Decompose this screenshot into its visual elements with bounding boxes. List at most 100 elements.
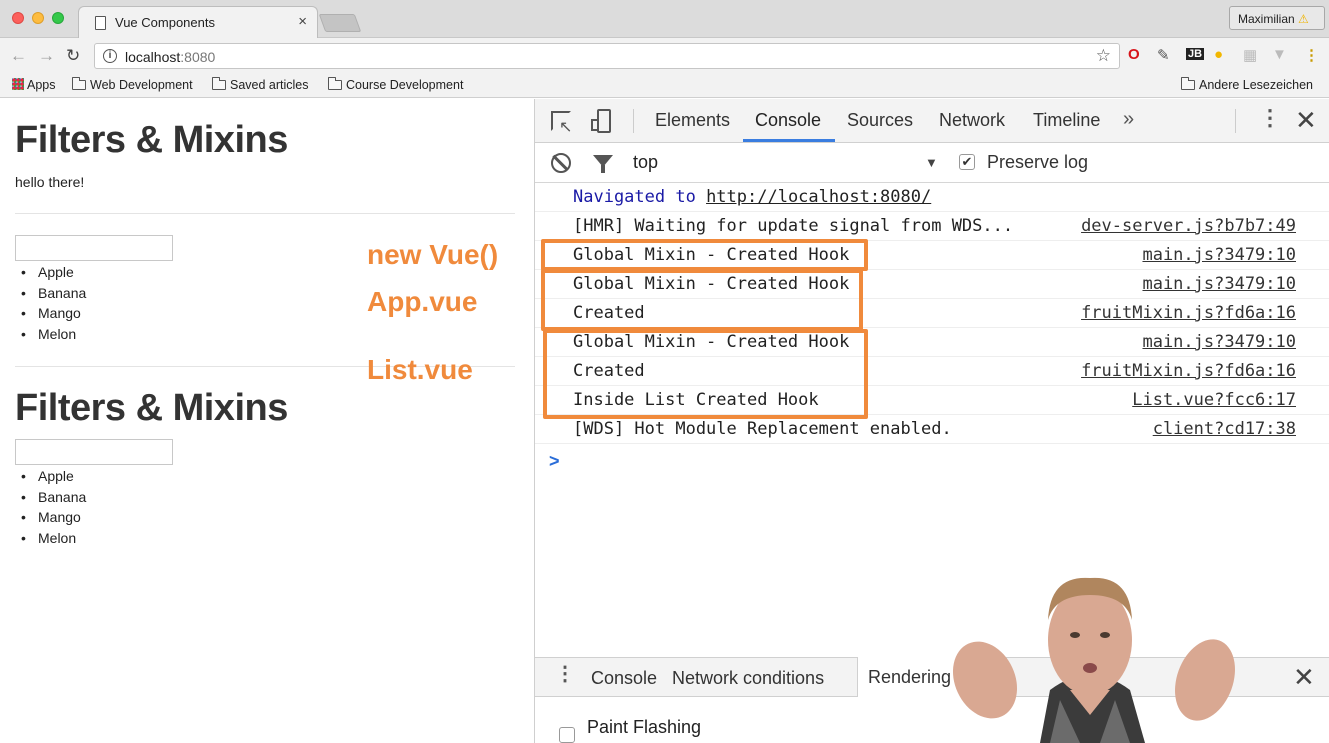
tab-timeline[interactable]: Timeline <box>1033 110 1100 131</box>
address-bar[interactable]: i localhost:8080 ☆ <box>94 43 1120 69</box>
bookmark-apps[interactable]: Apps <box>12 78 56 92</box>
devtools-menu-icon[interactable]: ⋮ <box>1259 107 1281 129</box>
paint-flashing-label: Paint Flashing <box>587 717 702 737</box>
highlight-list-vue <box>543 329 868 419</box>
folder-icon <box>1181 77 1195 90</box>
document-icon <box>95 16 106 30</box>
opera-extension-icon[interactable]: O <box>1128 46 1140 63</box>
console-prompt[interactable]: > <box>549 451 560 472</box>
preserve-log-label: Preserve log <box>987 152 1089 172</box>
clear-console-icon[interactable] <box>551 153 571 173</box>
cursor-arrow-icon: ↖ <box>559 119 573 136</box>
tab-network[interactable]: Network <box>939 110 1005 131</box>
chrome-menu-icon[interactable]: ⋮ <box>1304 46 1319 64</box>
tab-title: Vue Components <box>115 15 215 30</box>
url-text: localhost:8080 <box>125 49 216 65</box>
console-source-link[interactable]: main.js?3479:10 <box>1142 332 1296 352</box>
maximize-window-button[interactable] <box>52 12 64 24</box>
info-icon[interactable]: i <box>103 49 117 63</box>
drawer-close-button[interactable]: ✕ <box>1293 664 1315 690</box>
console-message: Navigated to <box>573 187 707 207</box>
separator <box>633 109 634 133</box>
moon-extension-icon[interactable]: ● <box>1214 46 1223 63</box>
console-source-link[interactable]: main.js?3479:10 <box>1142 274 1296 294</box>
browser-tab[interactable]: Vue Components × <box>78 6 318 38</box>
new-tab-button[interactable] <box>318 14 362 32</box>
grid-extension-icon[interactable]: ▦ <box>1243 46 1257 64</box>
bookmark-saved-articles[interactable]: Saved articles <box>212 77 309 92</box>
console-filterbar: top ▼ ✔ Preserve log <box>535 143 1329 183</box>
vue-extension-icon[interactable]: ▼ <box>1272 46 1287 63</box>
highlight-new-vue <box>541 239 868 271</box>
devtools-close-button[interactable]: ✕ <box>1295 107 1317 133</box>
divider <box>15 213 515 214</box>
context-selector[interactable]: top <box>633 152 658 173</box>
profile-button[interactable]: Maximilian ⚠ <box>1229 6 1325 30</box>
chevron-down-icon[interactable]: ▼ <box>925 155 938 170</box>
console-row: [HMR] Waiting for update signal from WDS… <box>535 212 1329 241</box>
console-source-link[interactable]: dev-server.js?b7b7:49 <box>1081 216 1296 236</box>
browser-toolbar: ← → ↻ i localhost:8080 ☆ O ✎ JB ● ▦ ▼ ⋮ <box>0 38 1329 74</box>
drawer-tab-console[interactable]: Console <box>591 668 657 689</box>
jetbrains-extension-icon[interactable]: JB <box>1186 48 1205 60</box>
drawer-menu-icon[interactable]: ⋮ <box>555 664 575 684</box>
console-source-link[interactable]: main.js?3479:10 <box>1142 245 1296 265</box>
tab-console[interactable]: Console <box>755 110 821 131</box>
bookmark-web-development[interactable]: Web Development <box>72 77 193 92</box>
list-item: Apple <box>21 262 86 283</box>
minimize-window-button[interactable] <box>32 12 44 24</box>
fruit-list: Apple Banana Mango Melon <box>21 262 86 345</box>
folder-icon <box>212 77 226 90</box>
more-tabs-button[interactable]: » <box>1123 108 1134 131</box>
list-item: Apple <box>21 466 86 487</box>
back-arrow-icon[interactable]: ← <box>10 46 27 66</box>
annotation-app-vue: App.vue <box>367 286 478 317</box>
list-item: Banana <box>21 283 86 304</box>
fruit-list: Apple Banana Mango Melon <box>21 466 86 549</box>
annotation-list-vue: List.vue <box>367 354 473 385</box>
console-link[interactable]: http://localhost:8080/ <box>706 187 931 207</box>
forward-arrow-icon[interactable]: → <box>38 46 55 66</box>
list-component-title: Filters & Mixins <box>15 387 288 429</box>
console-message: [HMR] Waiting for update signal from WDS… <box>573 216 1014 236</box>
list-item: Melon <box>21 324 86 345</box>
bookmark-other[interactable]: Andere Lesezeichen <box>1181 77 1313 92</box>
list-filter-input[interactable] <box>15 439 173 465</box>
tab-elements[interactable]: Elements <box>655 110 730 131</box>
devtools-tabbar: ↖ Elements Console Sources Network Timel… <box>535 99 1329 143</box>
tab-sources[interactable]: Sources <box>847 110 913 131</box>
highlight-app-vue <box>541 269 863 331</box>
browser-titlebar: Vue Components × Maximilian ⚠ <box>0 0 1329 38</box>
console-source-link[interactable]: List.vue?fcc6:17 <box>1132 390 1296 410</box>
separator <box>1235 109 1236 133</box>
paint-flashing-checkbox[interactable] <box>559 727 575 743</box>
presenter-video-overlay <box>952 577 1235 743</box>
preserve-log-checkbox[interactable]: ✔ <box>959 154 975 170</box>
bookmark-star-icon[interactable]: ☆ <box>1096 46 1111 66</box>
profile-name: Maximilian <box>1238 12 1295 26</box>
eyedropper-extension-icon[interactable]: ✎ <box>1157 46 1170 64</box>
annotation-new-vue: new Vue() <box>367 239 499 270</box>
list-item: Mango <box>21 303 86 324</box>
greeting-text: hello there! <box>15 174 85 190</box>
console-source-link[interactable]: fruitMixin.js?fd6a:16 <box>1081 361 1296 381</box>
page-title: Filters & Mixins <box>15 119 288 161</box>
bookmark-course-development[interactable]: Course Development <box>328 77 463 92</box>
active-tab-indicator <box>743 139 835 142</box>
bookmarks-bar: Apps Web Development Saved articles Cour… <box>0 74 1329 98</box>
device-toolbar-icon[interactable] <box>591 109 613 133</box>
drawer-tab-network-conditions[interactable]: Network conditions <box>672 668 824 689</box>
filter-funnel-icon[interactable] <box>593 155 613 173</box>
fruit-filter-input[interactable] <box>15 235 173 261</box>
list-item: Banana <box>21 487 86 508</box>
apps-grid-icon <box>12 78 24 90</box>
console-source-link[interactable]: fruitMixin.js?fd6a:16 <box>1081 303 1296 323</box>
close-window-button[interactable] <box>12 12 24 24</box>
folder-icon <box>72 77 86 90</box>
console-row: Navigated to http://localhost:8080/ <box>535 183 1329 212</box>
console-message: [WDS] Hot Module Replacement enabled. <box>573 419 952 439</box>
console-source-link[interactable]: client?cd17:38 <box>1153 419 1296 439</box>
list-item: Melon <box>21 528 86 549</box>
reload-icon[interactable]: ↻ <box>66 46 80 66</box>
tab-close-button[interactable]: × <box>298 13 307 30</box>
